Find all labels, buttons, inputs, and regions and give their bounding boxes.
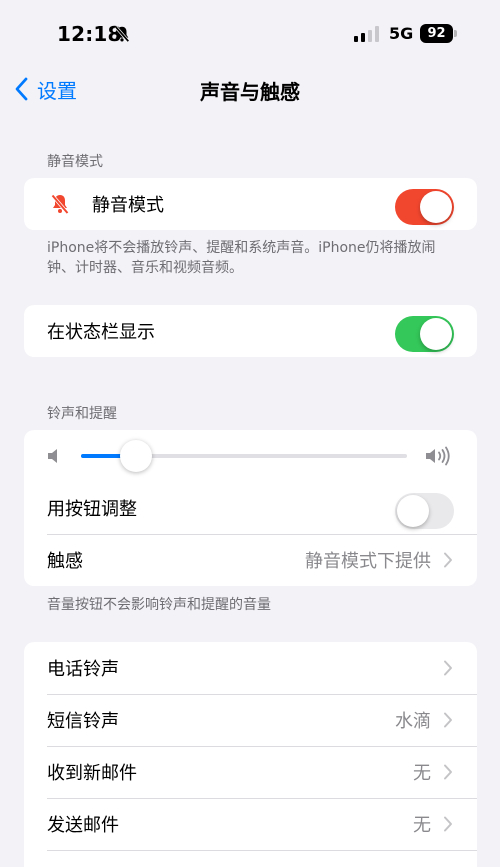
tone-label: 电话铃声 — [47, 659, 119, 680]
tone-label: 发送邮件 — [47, 815, 119, 836]
tone-value: 无 — [413, 763, 431, 784]
slider-thumb[interactable] — [120, 440, 153, 472]
toggle-knob — [397, 495, 429, 527]
status-bar-display-group: 在状态栏显示 — [24, 305, 477, 357]
tone-row-text[interactable]: 短信铃声 水滴 — [24, 694, 477, 746]
silent-mode-footer: iPhone将不会播放铃声、提醒和系统声音。iPhone仍将播放闹钟、计时器、音… — [47, 240, 436, 276]
chevron-right-icon — [444, 552, 452, 568]
ringer-footer: 音量按钮不会影响铃声和提醒的音量 — [47, 597, 271, 613]
tone-row-ringtone[interactable]: 电话铃声 — [24, 642, 477, 694]
chevron-right-icon — [444, 764, 452, 780]
speaker-low-icon — [48, 449, 57, 463]
tone-row-partial[interactable] — [24, 850, 477, 867]
status-time: 12:18 — [57, 22, 122, 46]
change-with-buttons-row[interactable]: 用按钮调整 — [24, 482, 477, 534]
section-header-ringer: 铃声和提醒 — [47, 406, 117, 422]
tone-row-new-mail[interactable]: 收到新邮件 无 — [24, 746, 477, 798]
bell-slash-icon — [51, 194, 69, 215]
status-bar-display-row[interactable]: 在状态栏显示 — [24, 305, 477, 357]
chevron-right-icon — [444, 660, 452, 676]
ringer-group: 用按钮调整 触感 静音模式下提供 — [24, 430, 477, 586]
change-with-buttons-label: 用按钮调整 — [47, 499, 137, 520]
ringer-volume-slider[interactable] — [81, 440, 407, 472]
tone-row-sent-mail[interactable]: 发送邮件 无 — [24, 798, 477, 850]
cellular-signal-icon — [354, 26, 379, 42]
haptics-label: 触感 — [47, 551, 83, 572]
silent-mode-row[interactable]: 静音模式 — [24, 178, 477, 230]
bell-slash-icon — [114, 25, 130, 43]
silent-mode-toggle[interactable] — [395, 189, 454, 225]
haptics-value: 静音模式下提供 — [305, 551, 431, 572]
change-with-buttons-toggle[interactable] — [395, 493, 454, 529]
section-header-silent: 静音模式 — [47, 154, 103, 170]
network-type: 5G — [389, 24, 414, 43]
battery-icon: 92 — [420, 24, 458, 43]
chevron-right-icon — [444, 712, 452, 728]
tone-value: 水滴 — [395, 711, 431, 732]
navigation-bar: 设置 声音与触感 — [0, 66, 500, 110]
toggle-knob — [420, 191, 452, 223]
silent-mode-label: 静音模式 — [92, 195, 164, 216]
tone-label: 收到新邮件 — [47, 763, 137, 784]
tone-label: 短信铃声 — [47, 711, 119, 732]
ringer-volume-row — [24, 430, 477, 482]
speaker-high-icon — [426, 446, 450, 466]
status-bar-display-toggle[interactable] — [395, 316, 454, 352]
page-title: 声音与触感 — [200, 80, 300, 104]
tone-value: 无 — [413, 815, 431, 836]
chevron-right-icon — [444, 816, 452, 832]
toggle-knob — [420, 318, 452, 350]
status-bar-display-label: 在状态栏显示 — [47, 322, 155, 343]
status-bar: 12:18 5G 92 — [0, 0, 500, 66]
battery-tip — [454, 30, 457, 37]
tones-group: 电话铃声 短信铃声 水滴 收到新邮件 无 发送邮件 无 — [24, 642, 477, 867]
haptics-row[interactable]: 触感 静音模式下提供 — [24, 534, 477, 586]
silent-mode-group: 静音模式 — [24, 178, 477, 230]
battery-level: 92 — [420, 24, 453, 43]
